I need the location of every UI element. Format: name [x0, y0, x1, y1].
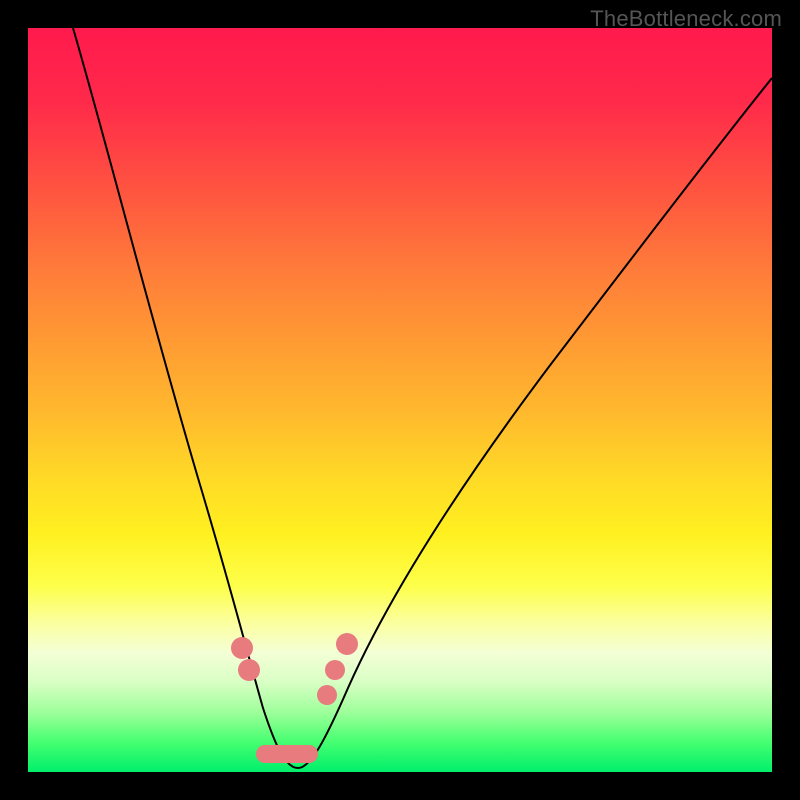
chart-area — [28, 28, 772, 772]
marker-right-upper — [336, 633, 358, 655]
marker-left-lower — [238, 659, 260, 681]
bottleneck-curve — [28, 28, 772, 772]
trough-bar — [256, 745, 318, 763]
marker-right-lower — [317, 685, 337, 705]
marker-left-upper — [231, 637, 253, 659]
marker-right-mid — [325, 660, 345, 680]
